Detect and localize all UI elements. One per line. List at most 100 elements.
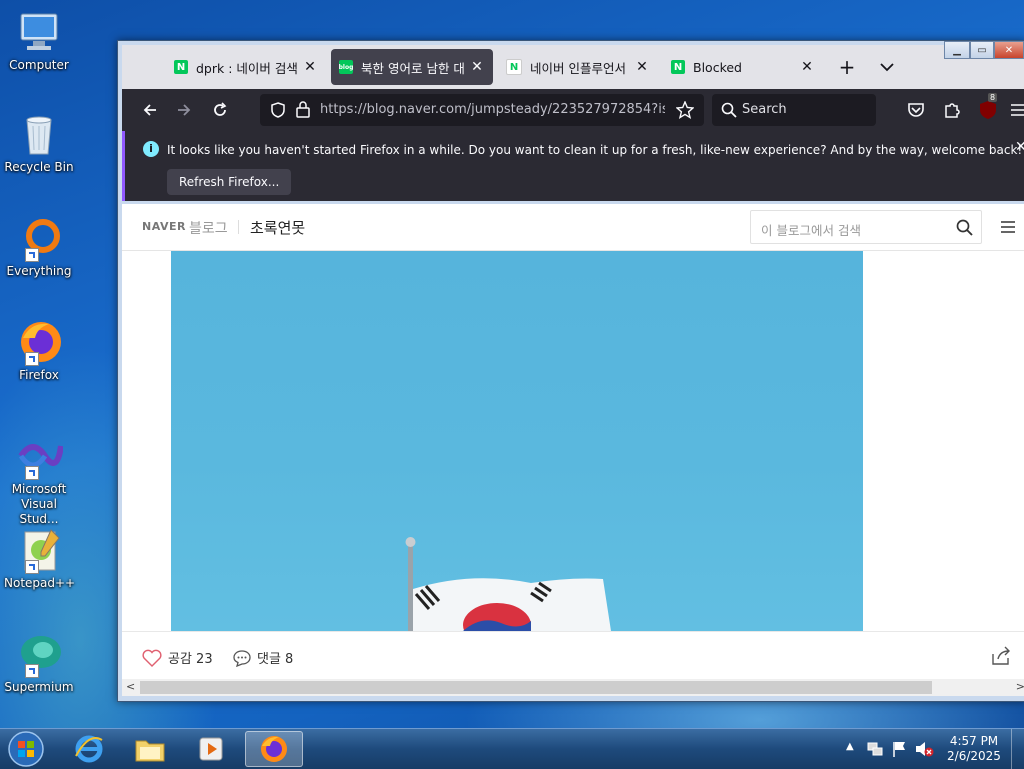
tab-close-icon[interactable]: ✕ <box>469 59 485 75</box>
recycle-bin-icon <box>15 110 63 158</box>
desktop-icon-notepad-plus-plus[interactable]: Notepad++ <box>4 526 76 591</box>
extension-badge: 8 <box>988 93 998 102</box>
desktop-icon-everything[interactable]: Everything <box>4 214 74 279</box>
desktop-icon-supermium[interactable]: Supermium <box>4 630 74 695</box>
desktop-icon-label: Supermium <box>4 680 74 694</box>
taskbar-internet-explorer[interactable] <box>60 731 118 767</box>
ublock-shield-icon <box>980 101 996 119</box>
close-window-button[interactable]: ✕ <box>994 41 1024 59</box>
folder-icon <box>135 740 165 762</box>
arrow-left-icon <box>143 104 156 116</box>
firefox-icon <box>15 318 63 366</box>
naver-favicon-icon: N <box>671 60 685 74</box>
blog-label[interactable]: 블로그 <box>189 218 228 238</box>
desktop-icon-firefox[interactable]: Firefox <box>4 318 74 383</box>
media-player-icon <box>199 737 223 761</box>
search-icon[interactable] <box>956 219 973 236</box>
close-icon[interactable]: ✕ <box>1015 139 1024 155</box>
computer-icon <box>15 8 63 56</box>
volume-muted-icon[interactable] <box>914 740 934 758</box>
flag-image <box>405 537 611 631</box>
list-all-tabs-button[interactable] <box>873 53 901 81</box>
desktop-icon-label: Notepad++ <box>4 576 76 590</box>
lock-icon <box>296 101 310 118</box>
naver-logo[interactable]: NAVER <box>142 220 186 233</box>
shortcut-arrow-icon <box>25 466 39 480</box>
show-hidden-icons-chevron-icon[interactable]: ▲ <box>846 741 854 752</box>
menu-button[interactable] <box>1008 96 1024 124</box>
desktop-icon-label: Recycle Bin <box>4 160 74 174</box>
extensions-button[interactable] <box>938 96 966 124</box>
comment-count: 댓글 8 <box>257 652 294 667</box>
like-count: 공감 23 <box>168 652 213 667</box>
search-bar[interactable]: Search <box>712 94 876 126</box>
comment-bubble-icon <box>233 649 251 667</box>
comment-button[interactable]: 댓글 8 <box>232 648 293 667</box>
taskbar-firefox[interactable] <box>245 731 303 767</box>
start-button[interactable] <box>0 731 52 767</box>
tab-bar: N dprk : 네이버 검색 ✕ blog 북한 영어로 남한 대 ✕ N 네… <box>122 45 1024 89</box>
puzzle-piece-icon <box>945 103 960 118</box>
hamburger-menu-icon[interactable] <box>1000 220 1016 234</box>
tab-close-icon[interactable]: ✕ <box>634 59 650 75</box>
notepad-plus-plus-icon <box>15 526 63 574</box>
action-center-flag-icon[interactable] <box>891 740 907 758</box>
tab-blocked[interactable]: N Blocked ✕ <box>663 49 823 85</box>
visual-studio-icon <box>15 432 64 480</box>
refresh-firefox-button[interactable]: Refresh Firefox... <box>167 169 292 195</box>
share-icon[interactable] <box>990 646 1012 666</box>
bookmark-star-icon[interactable] <box>676 101 694 119</box>
reload-icon <box>214 102 227 116</box>
like-button[interactable]: 공감 23 <box>142 648 213 667</box>
notification-bar: i It looks like you haven't started Fire… <box>122 131 1024 201</box>
scroll-right-arrow-icon[interactable]: > <box>1016 680 1024 693</box>
tab-naver-influencer[interactable]: N 네이버 인플루언서 ✕ <box>498 49 658 85</box>
desktop-icon-visual-studio[interactable]: Microsoft Visual Stud... <box>4 432 74 527</box>
hamburger-menu-icon <box>1011 104 1024 116</box>
heart-icon <box>142 649 162 667</box>
tab-title: dprk : 네이버 검색 <box>196 60 298 76</box>
horizontal-scrollbar[interactable]: < > <box>122 679 1024 696</box>
tab-title: 북한 영어로 남한 대 <box>361 60 465 76</box>
tab-close-icon[interactable]: ✕ <box>302 59 318 75</box>
post-action-bar: 공감 23 댓글 8 <box>122 631 1024 679</box>
desktop-icon-label: Microsoft Visual Stud... <box>11 482 67 526</box>
scrollbar-thumb[interactable] <box>140 681 932 694</box>
blog-search-placeholder: 이 블로그에서 검색 <box>761 223 861 238</box>
address-bar[interactable]: https://blog.naver.com/jumpsteady/223527… <box>260 94 704 126</box>
show-desktop-button[interactable] <box>1011 729 1024 769</box>
minimize-button[interactable]: ▁ <box>944 41 970 59</box>
tab-dprk-search[interactable]: N dprk : 네이버 검색 ✕ <box>166 49 326 85</box>
supermium-icon <box>15 630 63 678</box>
blog-search-input[interactable]: 이 블로그에서 검색 <box>750 210 982 244</box>
desktop-icon-label: Computer <box>9 58 69 72</box>
notification-message: It looks like you haven't started Firefo… <box>167 143 1023 157</box>
desktop-icon-recycle-bin[interactable]: Recycle Bin <box>4 110 74 175</box>
arrow-right-icon <box>178 104 191 116</box>
reload-button[interactable] <box>206 96 234 124</box>
taskbar-media-player[interactable] <box>182 731 240 767</box>
windows-orb-icon <box>8 731 44 767</box>
search-icon <box>721 102 737 118</box>
taskbar-windows-explorer[interactable] <box>121 731 179 767</box>
ublock-origin-button[interactable]: 8 <box>974 93 1002 124</box>
blog-name[interactable]: 초록연못 <box>250 217 305 238</box>
tab-close-icon[interactable]: ✕ <box>799 59 815 75</box>
scroll-left-arrow-icon[interactable]: < <box>126 680 135 693</box>
tab-blog-post[interactable]: blog 북한 영어로 남한 대 ✕ <box>331 49 493 85</box>
pocket-icon <box>908 103 924 117</box>
maximize-button[interactable]: ▭ <box>970 41 994 59</box>
forward-button[interactable] <box>170 96 198 124</box>
pocket-button[interactable] <box>902 96 930 124</box>
system-clock[interactable]: 4:57 PM 2/6/2025 <box>944 734 1004 764</box>
tab-title: Blocked <box>693 59 742 75</box>
shortcut-arrow-icon <box>25 664 39 678</box>
network-icon[interactable] <box>866 741 884 757</box>
back-button[interactable] <box>136 96 164 124</box>
shortcut-arrow-icon <box>25 560 39 574</box>
new-tab-button[interactable]: + <box>833 53 861 81</box>
taskbar: ▲ 4:57 PM 2/6/2025 <box>0 728 1024 769</box>
desktop-icon-computer[interactable]: Computer <box>4 8 74 73</box>
chevron-down-icon <box>880 63 894 72</box>
blog-header: NAVER 블로그 초록연못 이 블로그에서 검색 <box>122 204 1024 251</box>
